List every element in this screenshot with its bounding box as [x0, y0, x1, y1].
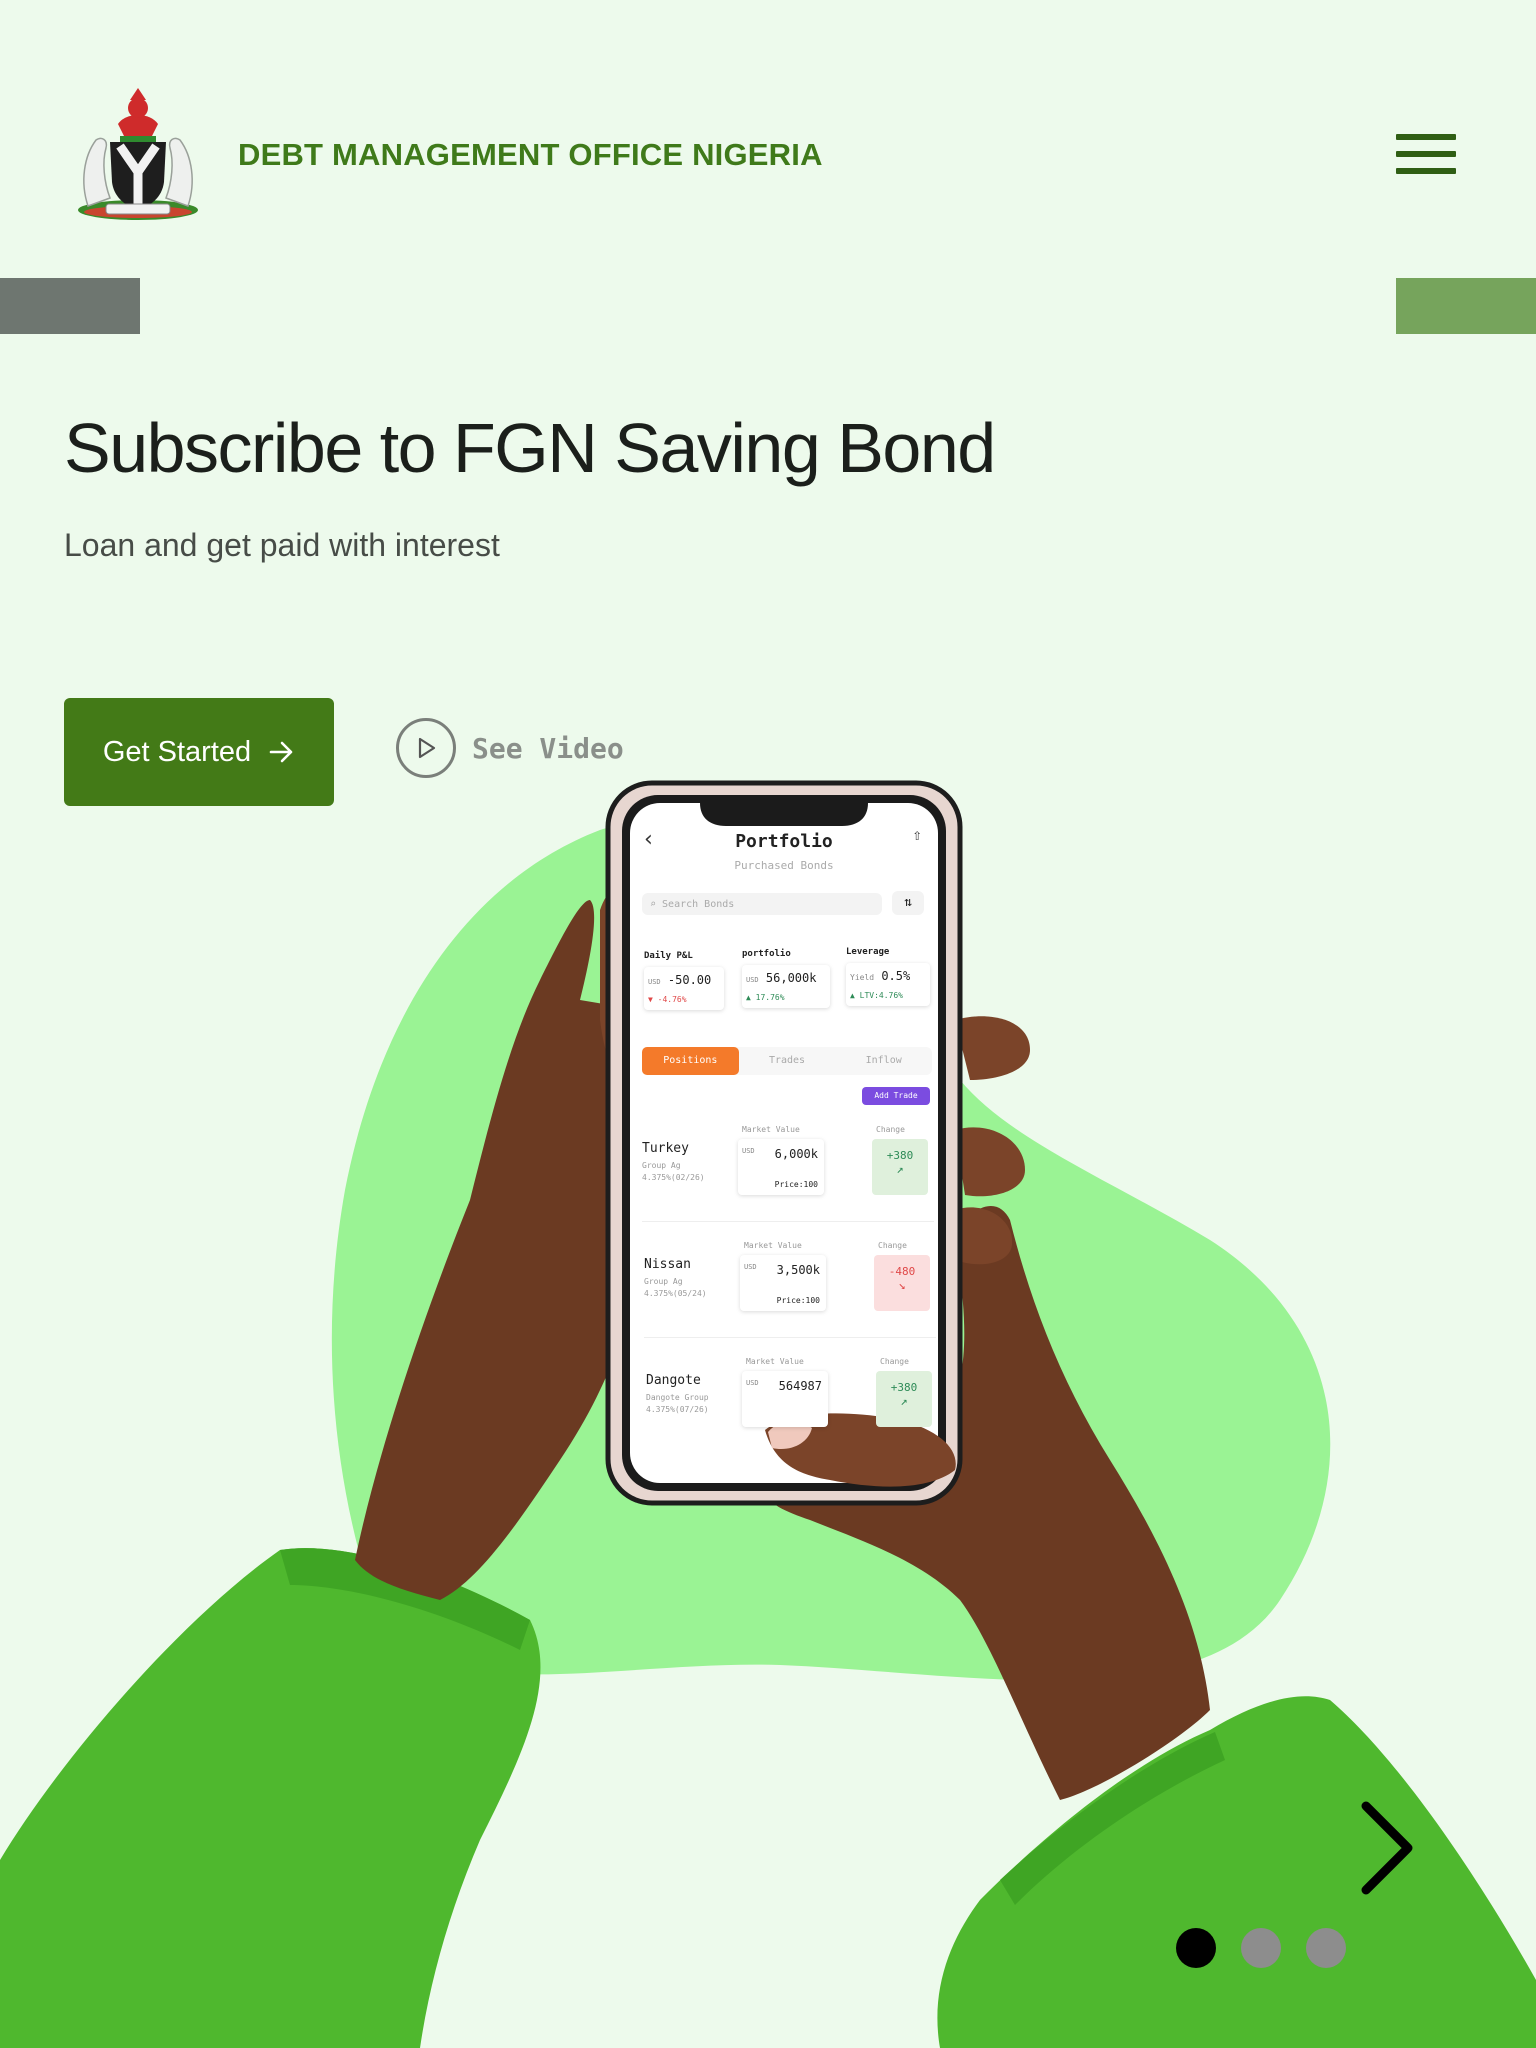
change-label: Change — [878, 1241, 907, 1250]
stat-label: portfolio — [742, 949, 791, 959]
coat-of-arms-icon — [78, 88, 198, 220]
add-trade-button[interactable]: Add Trade — [862, 1087, 930, 1105]
tab-bar: Positions Trades Inflow — [642, 1047, 932, 1075]
tab-trades[interactable]: Trades — [739, 1047, 836, 1075]
market-value: 3,500k — [776, 1263, 820, 1277]
bond-rate: 4.375%(07/26) — [646, 1405, 709, 1414]
portfolio-title: Portfolio — [735, 831, 833, 852]
currency-label: USD — [744, 1263, 757, 1271]
see-video-label: See Video — [472, 731, 624, 765]
market-value-label: Market Value — [744, 1241, 802, 1250]
carousel-dot-3[interactable] — [1306, 1928, 1346, 1968]
portfolio-subtitle: Purchased Bonds — [734, 859, 834, 872]
decorative-bar-left — [0, 278, 140, 334]
currency-label: USD — [746, 1379, 759, 1387]
bond-group: Group Ag — [644, 1277, 683, 1286]
stat-card: Daily P&L USD -50.00 ▼ -4.76% — [644, 951, 724, 1010]
market-value-label: Market Value — [746, 1357, 804, 1366]
bond-rate: 4.375%(05/24) — [644, 1289, 707, 1298]
stat-value: -50.00 — [667, 973, 712, 987]
phone-app: ‹ ⇧ Portfolio Purchased Bonds ⌕ Search B… — [630, 803, 938, 1483]
bond-rate: 4.375%(02/26) — [642, 1173, 705, 1182]
bond-group: Group Ag — [642, 1161, 681, 1170]
currency-label: USD — [742, 1147, 755, 1155]
menu-bar — [1396, 134, 1456, 140]
stat-label: Leverage — [846, 947, 890, 957]
stat-delta: ▲ LTV:4.76% — [850, 991, 903, 1000]
bond-name: Dangote — [646, 1373, 701, 1388]
stat-label: Daily P&L — [644, 951, 693, 961]
carousel-dot-2[interactable] — [1241, 1928, 1281, 1968]
bond-group: Dangote Group — [646, 1393, 709, 1402]
change-badge: +380 ↗ — [872, 1139, 928, 1195]
change-badge: -480 ↘ — [874, 1255, 930, 1311]
hero-subtitle: Loan and get paid with interest — [64, 527, 500, 563]
change-badge: +380 ↗ — [876, 1371, 932, 1427]
stat-delta: ▲ 17.76% — [746, 993, 785, 1002]
change-value: +380 — [886, 1149, 914, 1162]
decorative-bar-right — [1396, 278, 1536, 334]
tab-positions[interactable]: Positions — [642, 1047, 739, 1075]
sort-icon[interactable]: ⇅ — [892, 891, 924, 915]
bond-price: Price:100 — [776, 1296, 820, 1305]
search-icon: ⌕ — [650, 898, 657, 910]
arrow-right-icon — [269, 741, 293, 763]
bond-row[interactable]: Nissan Group Ag 4.375%(05/24) Market Val… — [644, 1237, 936, 1338]
stat-card: Leverage Yield 0.5% ▲ LTV:4.76% — [846, 947, 930, 1006]
change-label: Change — [880, 1357, 909, 1366]
market-value-label: Market Value — [742, 1125, 800, 1134]
stat-unit: USD — [746, 976, 759, 984]
stat-value: 56,000k — [765, 971, 817, 985]
stat-delta: ▼ -4.76% — [648, 995, 687, 1004]
stat-prefix: Yield — [850, 973, 875, 982]
change-label: Change — [876, 1125, 905, 1134]
stat-value: 0.5% — [881, 969, 911, 983]
menu-bar — [1396, 151, 1456, 157]
bond-row[interactable]: Turkey Group Ag 4.375%(02/26) Market Val… — [642, 1121, 934, 1222]
change-value: -480 — [888, 1265, 916, 1278]
carousel-dot-1[interactable] — [1176, 1928, 1216, 1968]
bond-name: Turkey — [642, 1141, 689, 1156]
trend-down-icon: ↘ — [898, 1278, 906, 1292]
market-value: 564987 — [778, 1379, 822, 1393]
hero-title: Subscribe to FGN Saving Bond — [64, 409, 996, 487]
search-bar[interactable]: ⌕ Search Bonds — [642, 893, 882, 915]
coat-of-arms-logo — [66, 86, 210, 224]
bond-price: Price:100 — [774, 1180, 818, 1189]
brand-title[interactable]: DEBT MANAGEMENT OFFICE NIGERIA — [238, 137, 823, 173]
bond-name: Nissan — [644, 1257, 691, 1272]
market-value: 6,000k — [774, 1147, 818, 1161]
bond-row[interactable]: Dangote Dangote Group 4.375%(07/26) Mark… — [646, 1353, 938, 1453]
trend-up-icon: ↗ — [896, 1162, 904, 1176]
change-value: +380 — [890, 1381, 918, 1394]
menu-bar — [1396, 168, 1456, 174]
stat-card: portfolio USD 56,000k ▲ 17.76% — [742, 949, 830, 1008]
hamburger-menu-icon[interactable] — [1396, 132, 1456, 176]
stat-unit: USD — [648, 978, 661, 986]
search-placeholder: Search Bonds — [662, 898, 735, 910]
tab-inflow[interactable]: Inflow — [835, 1047, 932, 1075]
trend-up-icon: ↗ — [900, 1394, 908, 1408]
see-video-button[interactable]: See Video — [396, 718, 624, 778]
get-started-label: Get Started — [102, 735, 252, 768]
chevron-right-icon[interactable] — [1358, 1800, 1418, 1896]
play-icon — [396, 718, 456, 778]
